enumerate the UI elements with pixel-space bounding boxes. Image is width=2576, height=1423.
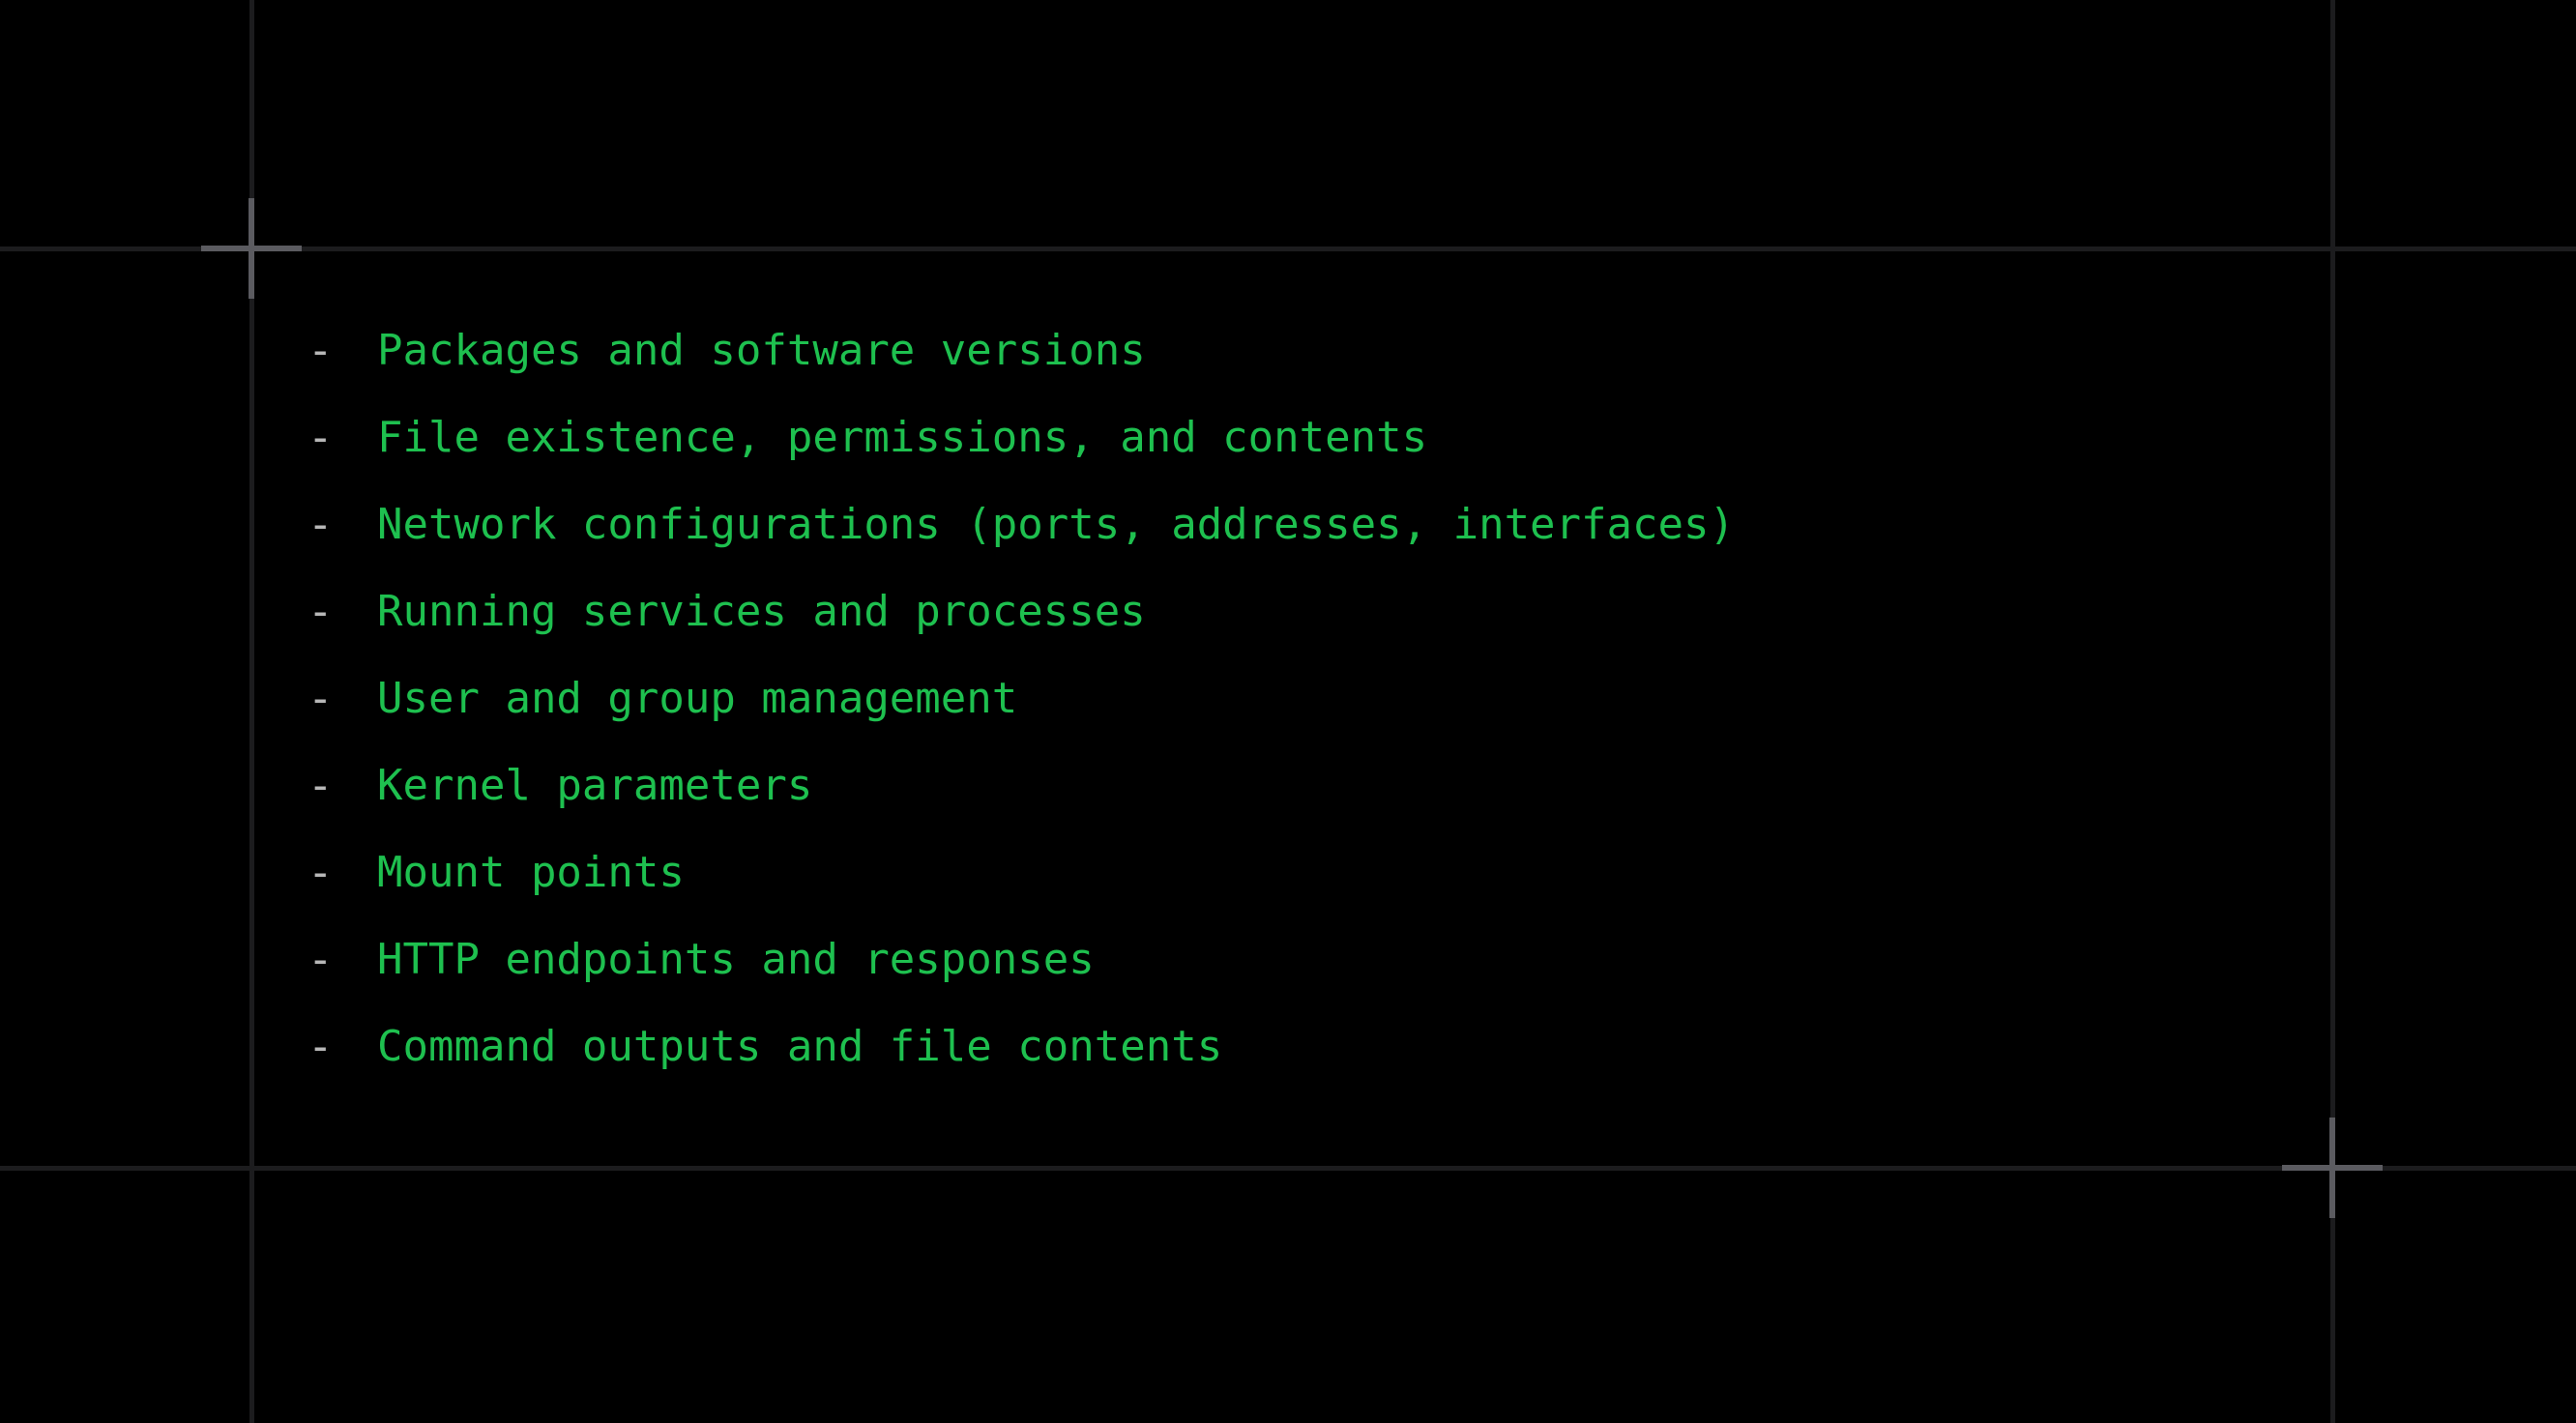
- list-item: - Command outputs and file contents: [307, 1003, 2241, 1090]
- crosshair-vertical-arm: [2329, 1118, 2335, 1218]
- bullet-list: - Packages and software versions - File …: [307, 307, 2241, 1090]
- list-item: - Packages and software versions: [307, 307, 2241, 394]
- list-item: - Mount points: [307, 829, 2241, 916]
- bullet-marker: -: [307, 413, 334, 462]
- bullet-marker: -: [307, 848, 334, 897]
- list-item-label: Packages and software versions: [377, 326, 1146, 375]
- crosshair-vertical-arm: [249, 198, 254, 299]
- bullet-marker: -: [307, 500, 334, 549]
- list-item-label: User and group management: [377, 674, 1018, 723]
- screen-canvas: - Packages and software versions - File …: [0, 0, 2576, 1423]
- list-item-label: Command outputs and file contents: [377, 1022, 1223, 1071]
- list-item: - File existence, permissions, and conte…: [307, 394, 2241, 481]
- list-item: - HTTP endpoints and responses: [307, 916, 2241, 1003]
- list-item-label: File existence, permissions, and content…: [377, 413, 1428, 462]
- list-item: - User and group management: [307, 655, 2241, 742]
- bullet-marker: -: [307, 935, 334, 984]
- list-item-label: Running services and processes: [377, 587, 1146, 636]
- bullet-marker: -: [307, 1022, 334, 1071]
- list-item: - Network configurations (ports, address…: [307, 481, 2241, 568]
- bullet-marker: -: [307, 674, 334, 723]
- bullet-marker: -: [307, 587, 334, 636]
- list-item-label: HTTP endpoints and responses: [377, 935, 1095, 984]
- list-item-label: Network configurations (ports, addresses…: [377, 500, 1735, 549]
- horizontal-guide-top: [0, 247, 2576, 251]
- list-item-label: Mount points: [377, 848, 685, 897]
- bullet-marker: -: [307, 761, 334, 810]
- horizontal-guide-bottom: [0, 1166, 2576, 1171]
- list-item-label: Kernel parameters: [377, 761, 813, 810]
- list-item: - Running services and processes: [307, 568, 2241, 655]
- bullet-marker: -: [307, 326, 334, 375]
- list-item: - Kernel parameters: [307, 742, 2241, 829]
